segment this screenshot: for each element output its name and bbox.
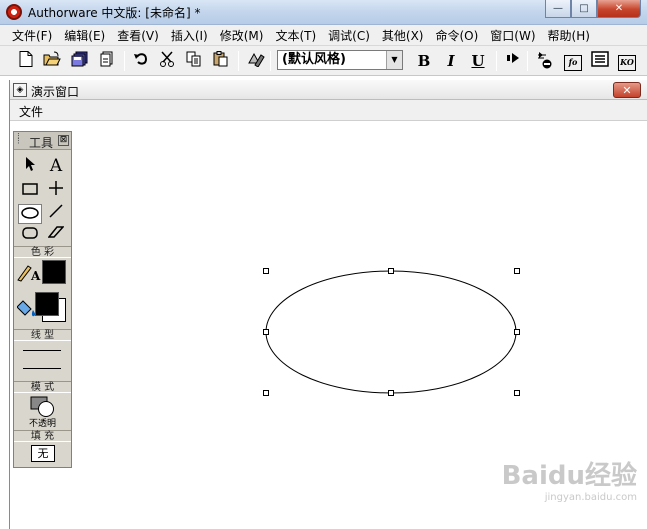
watermark-url: jingyan.baidu.com	[544, 492, 637, 503]
selection-handle-bottom-right[interactable]	[514, 390, 520, 396]
watermark-logo: Baidu经验	[501, 461, 637, 491]
selection-handle-right[interactable]	[514, 329, 520, 335]
canvas-overlay	[265, 270, 517, 394]
selection-handle-top[interactable]	[388, 268, 394, 274]
selection-handle-bottom-left[interactable]	[263, 390, 269, 396]
selection-handle-top-right[interactable]	[514, 268, 520, 274]
ellipse-shape[interactable]	[265, 270, 517, 394]
selection-handle-top-left[interactable]	[263, 268, 269, 274]
baidu-watermark: Baidu经验 jingyan.baidu.com	[502, 455, 637, 503]
selection-handle-left[interactable]	[263, 329, 269, 335]
selection-handle-bottom[interactable]	[388, 390, 394, 396]
